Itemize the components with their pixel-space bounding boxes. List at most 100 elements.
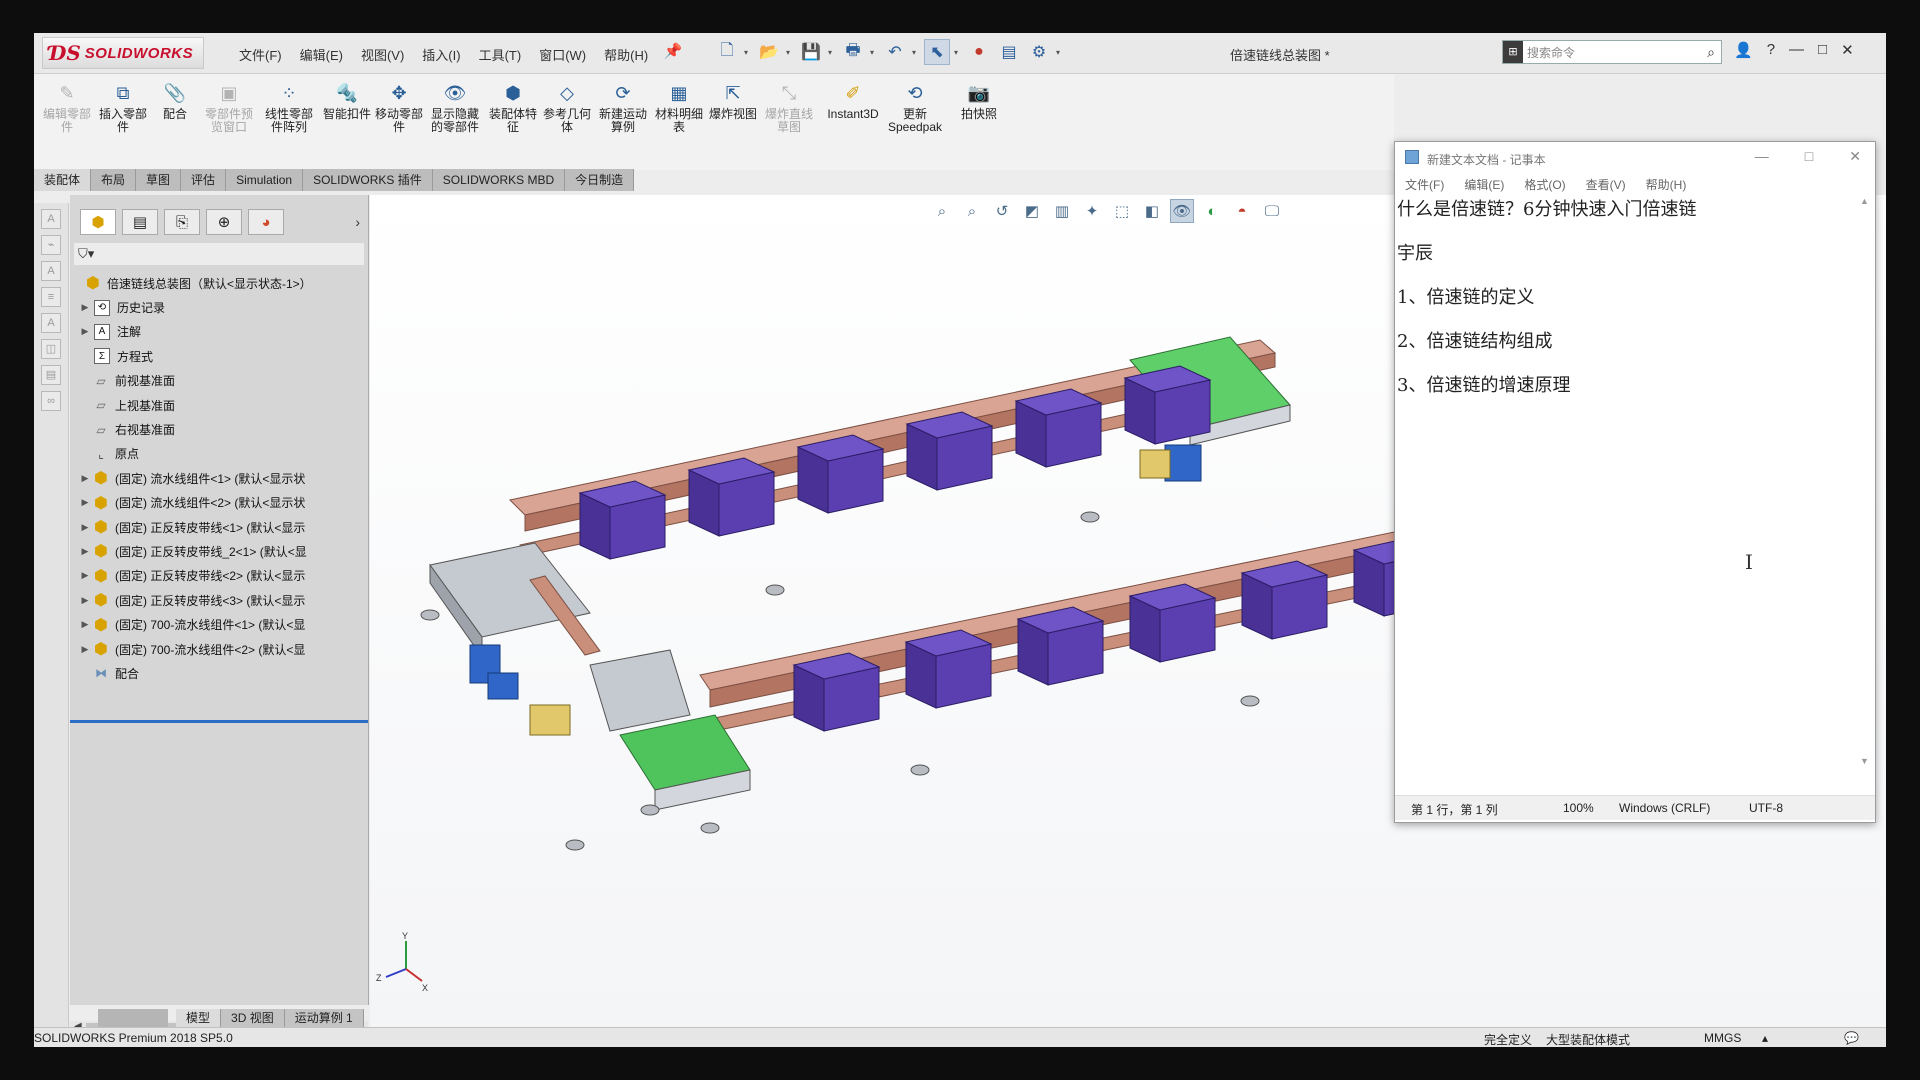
options-gear-icon[interactable]: ⚙ (1026, 39, 1052, 65)
tree-item-mates[interactable]: ⧓ 配合 (70, 661, 376, 685)
tab-simulation[interactable]: Simulation (226, 169, 304, 191)
units-dropdown-icon[interactable]: ▴ (1762, 1031, 1768, 1045)
tab-3d-views[interactable]: 3D 视图 (221, 1009, 285, 1027)
unit-system[interactable]: MMGS (1704, 1031, 1741, 1045)
insert-component-button[interactable]: ⧉ 插入零部件 (94, 78, 152, 166)
select-dropdown-icon[interactable]: ▾ (954, 48, 962, 57)
tab-evaluate[interactable]: 评估 (181, 169, 227, 191)
strip-tool-icon[interactable]: ≡ (41, 287, 61, 307)
print-dropdown-icon[interactable]: ▾ (870, 48, 878, 57)
strip-tool-icon[interactable]: A (41, 313, 61, 333)
menu-insert[interactable]: 插入(I) (413, 45, 469, 64)
feature-tree-tab-icon[interactable]: ⬢ (80, 209, 116, 235)
expand-arrow-icon[interactable]: ▶ (78, 619, 92, 630)
solidworks-logo[interactable]: ƊS SOLIDWORKS (42, 37, 204, 69)
tree-item-history[interactable]: ▶ ⟲ 历史记录 (70, 295, 376, 319)
close-icon[interactable]: ✕ (1849, 148, 1861, 165)
menu-file[interactable]: 文件(F) (230, 45, 291, 64)
help-icon[interactable]: ? (1767, 41, 1775, 59)
new-dropdown-icon[interactable]: ▾ (744, 48, 752, 57)
open-folder-icon[interactable]: 📂 (756, 39, 782, 65)
save-dropdown-icon[interactable]: ▾ (828, 48, 836, 57)
menu-edit[interactable]: 编辑(E) (1454, 172, 1514, 194)
tab-motion-study[interactable]: 运动算例 1 (284, 1009, 364, 1027)
chevron-right-icon[interactable]: › (355, 214, 360, 230)
scroll-up-icon[interactable]: ▲ (1860, 196, 1869, 206)
tab-make-today[interactable]: 今日制造 (565, 169, 635, 191)
expand-arrow-icon[interactable]: ▶ (78, 302, 92, 313)
tree-item-front-plane[interactable]: ▱ 前视基准面 (70, 369, 376, 393)
instant3d-button[interactable]: ✐ Instant3D (824, 78, 882, 166)
menu-help[interactable]: 帮助(H) (595, 45, 657, 64)
linear-pattern-button[interactable]: ⁘ 线性零部件阵列 (260, 78, 318, 166)
mate-button[interactable]: 📎 配合 (146, 78, 204, 166)
strip-tool-icon[interactable]: ∞ (41, 391, 61, 411)
strip-tool-icon[interactable]: ▤ (41, 365, 61, 385)
tab-sketch[interactable]: 草图 (136, 169, 182, 191)
options-dropdown-icon[interactable]: ▾ (1056, 48, 1064, 57)
expand-arrow-icon[interactable]: ▶ (78, 644, 92, 655)
notepad-text-area[interactable]: 什么是倍速链？6分钟快速入门倍速链 宇辰 1、倍速链的定义 2、倍速链结构组成 … (1397, 196, 1853, 756)
expand-arrow-icon[interactable]: ▶ (78, 522, 92, 533)
component-preview-button[interactable]: ▣ 零部件预览窗口 (200, 78, 258, 166)
property-manager-tab-icon[interactable]: ▤ (122, 209, 158, 235)
undo-icon[interactable]: ↶ (882, 39, 908, 65)
open-dropdown-icon[interactable]: ▾ (786, 48, 794, 57)
expand-arrow-icon[interactable]: ▶ (78, 595, 92, 606)
bill-of-materials-button[interactable]: ▦ 材料明细表 (650, 78, 708, 166)
search-icon[interactable]: ⌕ (1707, 44, 1715, 61)
take-snapshot-button[interactable]: 📷 拍快照 (950, 78, 1008, 166)
menu-view[interactable]: 查看(V) (1576, 172, 1636, 194)
tab-layout[interactable]: 布局 (91, 169, 137, 191)
tree-item-annotations[interactable]: ▶ A 注解 (70, 320, 376, 344)
new-motion-study-button[interactable]: ⟳ 新建运动算例 (594, 78, 652, 166)
tree-item-component[interactable]: ▶ ⬢ (固定) 正反转皮带线<2> (默认<显示 (70, 564, 376, 588)
tree-item-top-plane[interactable]: ▱ 上视基准面 (70, 393, 376, 417)
search-mode-icon[interactable]: ⊞ (1503, 41, 1523, 63)
tree-root[interactable]: ⬢ 倍速链线总装图（默认<显示状态-1>） (70, 271, 368, 295)
tab-mbd[interactable]: SOLIDWORKS MBD (432, 169, 566, 191)
tree-item-component[interactable]: ▶ ⬢ (固定) 流水线组件<2> (默认<显示状 (70, 491, 376, 515)
file-properties-icon[interactable]: ▤ (996, 39, 1022, 65)
tree-item-right-plane[interactable]: ▱ 右视基准面 (70, 417, 376, 441)
expand-arrow-icon[interactable]: ▶ (78, 473, 92, 484)
chat-bubble-icon[interactable]: 💬 (1844, 1031, 1859, 1045)
configuration-tab-icon[interactable]: ⎘ (164, 209, 200, 235)
move-component-button[interactable]: ✥ 移动零部件 (370, 78, 428, 166)
minimize-icon[interactable]: — (1755, 148, 1769, 165)
menu-view[interactable]: 视图(V) (352, 45, 413, 64)
scroll-down-icon[interactable]: ▼ (1860, 756, 1869, 766)
user-account-icon[interactable]: 👤 (1734, 41, 1753, 59)
tree-item-component[interactable]: ▶ ⬢ (固定) 正反转皮带线<1> (默认<显示 (70, 515, 376, 539)
menu-format[interactable]: 格式(O) (1514, 172, 1575, 194)
assembly-features-button[interactable]: ⬢ 装配体特征 (484, 78, 542, 166)
print-icon[interactable]: 🖶 (840, 39, 866, 65)
strip-tool-icon[interactable]: A (41, 261, 61, 281)
rollback-bar[interactable] (70, 720, 368, 723)
tab-model[interactable]: 模型 (176, 1009, 222, 1027)
dimxpert-tab-icon[interactable]: ⊕ (206, 209, 242, 235)
save-icon[interactable]: 💾 (798, 39, 824, 65)
tab-addins[interactable]: SOLIDWORKS 插件 (303, 169, 433, 191)
expand-arrow-icon[interactable]: ▶ (78, 546, 92, 557)
notepad-vertical-scrollbar[interactable]: ▲ ▼ (1857, 196, 1873, 766)
reference-geometry-button[interactable]: ◇ 参考几何体 (538, 78, 596, 166)
menu-file[interactable]: 文件(F) (1395, 172, 1454, 194)
strip-tool-icon[interactable]: A (41, 209, 61, 229)
strip-tool-icon[interactable]: ◫ (41, 339, 61, 359)
tab-assembly[interactable]: 装配体 (34, 169, 92, 191)
minimize-icon[interactable]: — (1789, 41, 1804, 59)
undo-dropdown-icon[interactable]: ▾ (912, 48, 920, 57)
menu-tools[interactable]: 工具(T) (470, 45, 531, 64)
tab-navigation-arrows[interactable] (98, 1009, 168, 1027)
explode-line-sketch-button[interactable]: ⤡ 爆炸直线草图 (760, 78, 818, 166)
new-document-icon[interactable]: 🗋 (714, 39, 740, 65)
select-cursor-icon[interactable]: ⬉ (924, 39, 950, 65)
maximize-icon[interactable]: □ (1805, 148, 1813, 165)
smart-fasteners-button[interactable]: 🔩 智能扣件 (318, 78, 376, 166)
maximize-icon[interactable]: □ (1818, 41, 1827, 59)
traffic-light-icon[interactable]: ● (966, 39, 992, 65)
strip-tool-icon[interactable]: ⌁ (41, 235, 61, 255)
menu-edit[interactable]: 编辑(E) (291, 45, 352, 64)
command-search-input[interactable]: ⊞ 搜索命令 ⌕ (1502, 40, 1722, 64)
